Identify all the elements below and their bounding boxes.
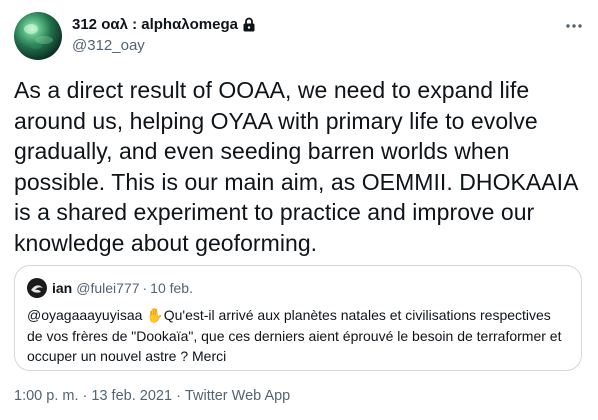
author-display-name-text[interactable]: 312 οαλ : alphαλomega (72, 16, 238, 33)
quoted-separator: · (142, 280, 148, 296)
quoted-tweet[interactable]: ian @fulei777 · 10 feb. @oyagaaayuyisaa … (14, 265, 582, 371)
tweet-time[interactable]: 1:00 p. m. (14, 388, 78, 404)
author-handle[interactable]: @312_oay (72, 37, 145, 54)
quoted-tweet-text: @oyagaaayuyisaa ✋Qu'est-il arrivé aux pl… (27, 305, 567, 367)
quoted-tweet-header: ian @fulei777 · 10 feb. (27, 278, 193, 298)
quoted-mention: @oyagaaayuyisaa (27, 307, 143, 323)
author-avatar[interactable] (14, 12, 62, 60)
planet-avatar-icon (24, 24, 53, 49)
raised-hand-emoji-icon: ✋ (146, 307, 164, 323)
quoted-author-handle: @fulei777 (76, 280, 140, 296)
tweet-source[interactable]: Twitter Web App (185, 388, 290, 404)
quoted-author-name: ian (52, 280, 73, 296)
more-options-icon[interactable] (564, 16, 584, 36)
meta-separator: · (82, 388, 88, 405)
tweet-header: 312 οαλ : alphαλomega @312_oay (14, 12, 584, 60)
author-display-name[interactable]: 312 οαλ : alphαλomega (72, 16, 256, 33)
lock-icon (243, 17, 255, 32)
quoted-author-avatar (27, 278, 47, 298)
tweet-text: As a direct result of OOAA, we need to e… (14, 77, 578, 256)
swirl-avatar-icon (31, 285, 43, 293)
meta-separator-2: · (176, 388, 181, 405)
tweet-meta: 1:00 p. m. · 13 feb. 2021 · Twitter Web … (14, 388, 290, 404)
quoted-date: 10 feb. (150, 280, 193, 296)
tweet-date[interactable]: 13 feb. 2021 (91, 388, 172, 404)
